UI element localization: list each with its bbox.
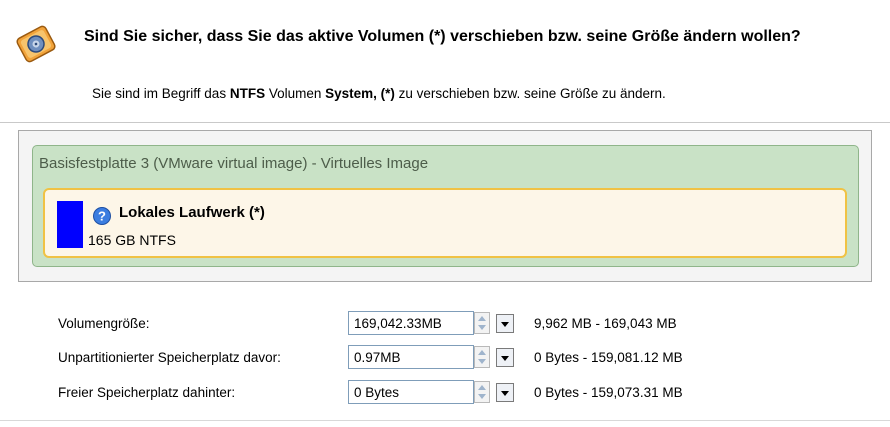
dialog-header: Sind Sie sicher, dass Sie das aktive Vol… [0,0,890,122]
disk-map-panel: Basisfestplatte 3 (VMware virtual image)… [18,130,872,282]
space-before-spinner[interactable] [474,346,490,368]
disk-warning-icon [16,25,56,63]
space-after-range: 0 Bytes - 159,073.31 MB [534,385,683,400]
volume-size-input[interactable]: 169,042.33MB [348,311,474,335]
volume-item[interactable]: ? Lokales Laufwerk (*) 165 GB NTFS [43,188,847,258]
volume-size-row: Volumengröße: 169,042.33MB 9,962 MB - 16… [0,311,890,339]
space-after-row: Freier Speicherplatz dahinter: 0 Bytes 0… [0,380,890,408]
disk-box: Basisfestplatte 3 (VMware virtual image)… [32,145,859,267]
dialog-title: Sind Sie sicher, dass Sie das aktive Vol… [84,28,801,45]
volume-size-dropdown-button[interactable] [496,314,514,333]
header-separator [0,122,890,123]
volume-size-label: Volumengröße: [58,316,150,331]
volume-usage-bar [57,201,83,248]
space-after-spinner[interactable] [474,381,490,403]
space-before-label: Unpartitionierter Speicherplatz davor: [58,350,281,365]
space-after-input[interactable]: 0 Bytes [348,380,474,404]
bottom-separator [0,420,890,421]
space-after-label: Freier Speicherplatz dahinter: [58,385,236,400]
help-icon[interactable]: ? [92,206,112,226]
space-before-input[interactable]: 0.97MB [348,345,474,369]
volume-size-range: 9,962 MB - 169,043 MB [534,316,677,331]
space-before-dropdown-button[interactable] [496,348,514,367]
space-before-range: 0 Bytes - 159,081.12 MB [534,350,683,365]
dialog-subtitle: Sie sind im Begriff das NTFS Volumen Sys… [92,86,666,101]
disk-label: Basisfestplatte 3 (VMware virtual image)… [39,155,429,172]
volume-size: 165 GB NTFS [88,232,176,248]
svg-text:?: ? [98,209,106,224]
space-before-row: Unpartitionierter Speicherplatz davor: 0… [0,345,890,373]
volume-name: Lokales Laufwerk (*) [119,204,265,221]
space-after-dropdown-button[interactable] [496,383,514,402]
volume-size-spinner[interactable] [474,312,490,334]
